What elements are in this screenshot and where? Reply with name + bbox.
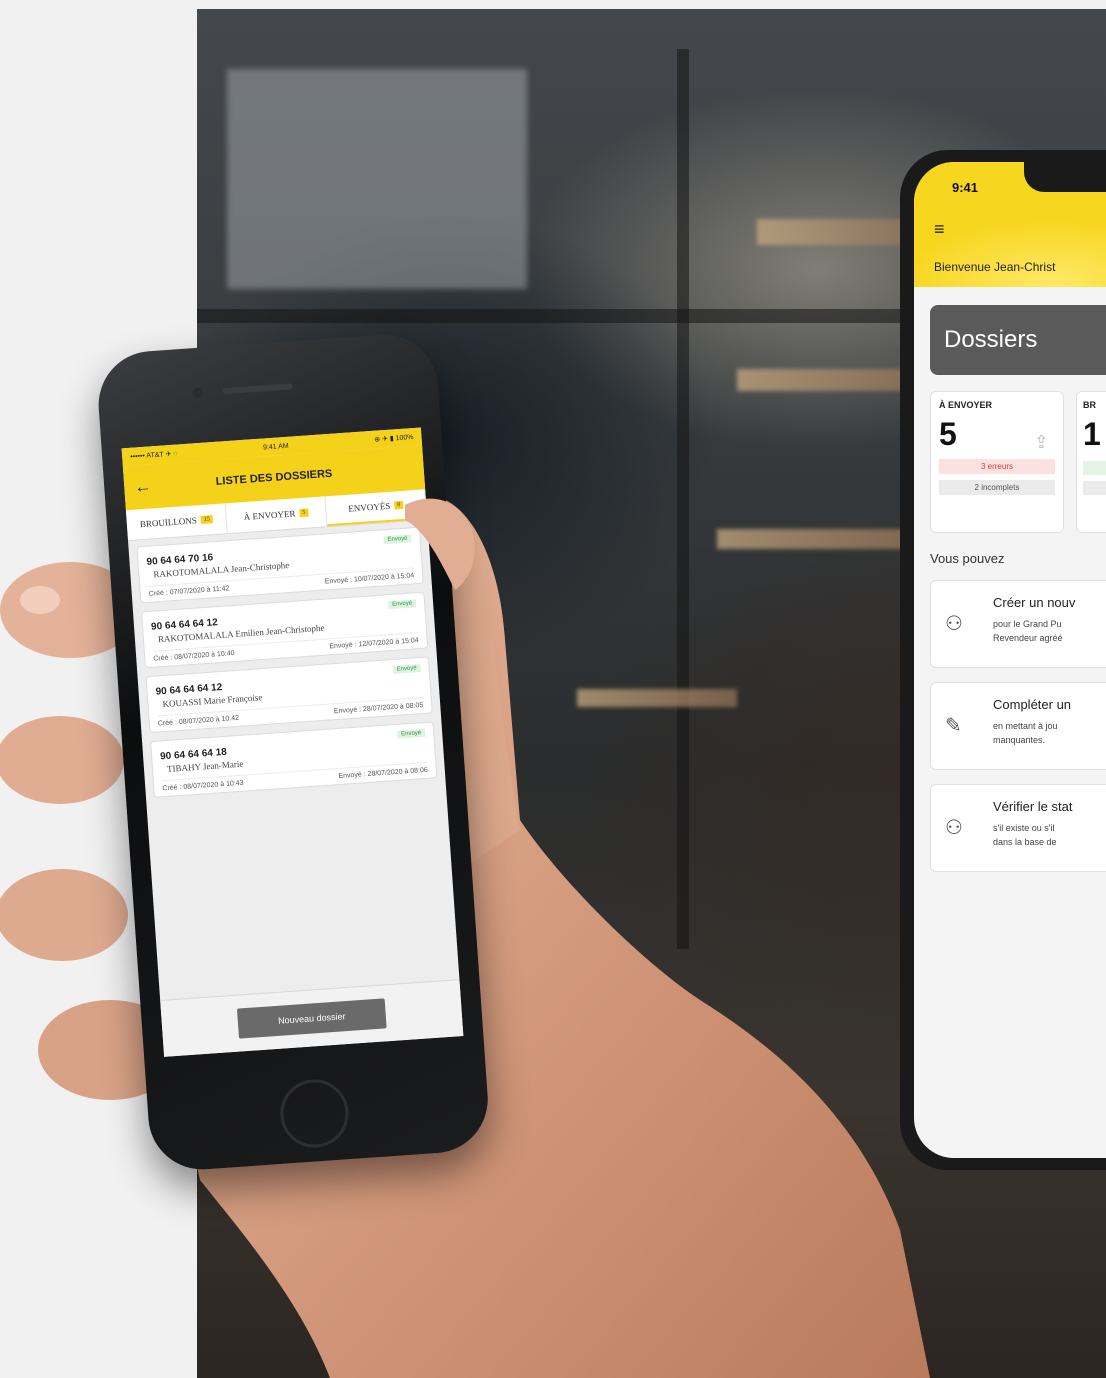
created-date: Créé : 08/07/2020 à 10:43 [162,779,244,793]
blurred-shelf [577,689,737,707]
errors-badge: 3 erreurs [939,459,1055,474]
list-item[interactable]: Envoyé 90 64 64 64 12 KOUASSI Marie Fran… [145,656,433,734]
welcome-text: Bienvenue Jean-Christ [934,260,1056,274]
tab-label: BROUILLONS [139,515,198,530]
blurred-window [227,69,527,289]
right-phone: 9:41 ≡ Bienvenue Jean-Christ Dossiers À … [900,150,1106,1170]
add-person-icon: ⚇ [945,613,963,635]
dossier-list: Envoyé 90 64 64 70 16 RAKOTOMALALA Jean-… [128,520,446,812]
sent-date: Envoyé : 10/07/2020 à 15:04 [324,572,415,586]
tab-label: À ENVOYER [243,508,296,523]
tab-count-badge: 15 [200,515,214,525]
action-desc: manquantes. [993,735,1046,745]
search-person-icon: ⚇ [945,817,963,839]
fingernail [20,586,60,614]
list-item[interactable]: Envoyé 90 64 64 64 12 RAKOTOMALALA Emili… [140,591,429,669]
dossiers-banner: Dossiers [930,305,1106,375]
left-phone: •••••• AT&T ✈ ◌ 9:41 AM ⊕ ✈ ▮ 100% ← LIS… [95,331,492,1174]
dossiers-title: Dossiers [944,326,1038,353]
upload-icon: ⇪ [1033,432,1049,452]
phone-screen: 9:41 ≡ Bienvenue Jean-Christ Dossiers À … [914,162,1106,1158]
status-badge [1083,481,1106,495]
section-heading: Vous pouvez [930,551,1005,566]
hamburger-menu-icon[interactable]: ≡ [934,220,945,238]
status-badge [1083,461,1106,475]
action-title: Compléter un [993,697,1072,712]
incomplete-badge: 2 incomplets [939,480,1055,495]
tab-label: ENVOYÉS [347,500,391,514]
list-item[interactable]: Envoyé 90 64 64 70 16 RAKOTOMALALA Jean-… [136,526,424,604]
created-date: Créé : 08/07/2020 à 10:42 [157,714,240,728]
tab-count-badge: 8 [393,500,404,510]
action-title: Créer un nouv [993,595,1076,610]
status-time: 9:41 AM [262,442,289,451]
new-dossier-button[interactable]: Nouveau dossier [237,998,387,1039]
action-desc: pour le Grand Pu [993,619,1062,629]
stat-label: BR [1083,400,1096,410]
created-date: Créé : 08/07/2020 à 10:40 [153,650,235,663]
hand-finger [0,716,124,804]
status-time: 9:41 [952,180,979,195]
status-carrier: •••••• AT&T ✈ ◌ [129,450,178,461]
action-complete[interactable]: ✎ Compléter un en mettant à jou manquant… [930,682,1106,770]
action-verify[interactable]: ⚇ Vérifier le stat s'il existe ou s'il d… [930,784,1106,872]
back-arrow-icon[interactable]: ← [134,476,152,497]
hand-finger [0,869,128,961]
blurred-pillar [677,49,689,949]
sent-date: Envoyé : 28/07/2020 à 08:06 [338,766,429,781]
app-header: 9:41 ≡ Bienvenue Jean-Christ [914,162,1106,287]
sent-date: Envoyé : 12/07/2020 à 15:04 [329,637,419,651]
sent-date: Envoyé : 28/07/2020 à 08:05 [333,701,424,716]
action-create[interactable]: ⚇ Créer un nouv pour le Grand Pu Revende… [930,580,1106,668]
status-battery: ⊕ ✈ ▮ 100% [374,433,414,444]
tab-count-badge: 5 [299,508,309,518]
phone-screen: •••••• AT&T ✈ ◌ 9:41 AM ⊕ ✈ ▮ 100% ← LIS… [121,427,464,1057]
page-title: LISTE DES DOSSIERS [215,467,333,488]
stat-label: À ENVOYER [939,400,993,410]
action-desc: s'il existe ou s'il [993,823,1055,833]
stat-card-to-send[interactable]: À ENVOYER 5 ⇪ 3 erreurs 2 incomplets [930,391,1064,533]
stat-card-drafts[interactable]: BR 1 [1076,391,1106,533]
action-desc: dans la base de [993,837,1057,847]
phone-notch [1024,162,1106,192]
pencil-icon: ✎ [945,715,962,737]
created-date: Créé : 07/07/2020 à 11:42 [148,585,230,598]
list-item[interactable]: Envoyé 90 64 64 64 18 TIBAHY Jean-Marie … [150,721,438,798]
stat-value: 1 [1083,416,1101,452]
action-title: Vérifier le stat [993,799,1073,814]
action-desc: Revendeur agréé [993,633,1063,643]
action-desc: en mettant à jou [993,721,1058,731]
stats-row: À ENVOYER 5 ⇪ 3 erreurs 2 incomplets BR … [930,391,1106,533]
